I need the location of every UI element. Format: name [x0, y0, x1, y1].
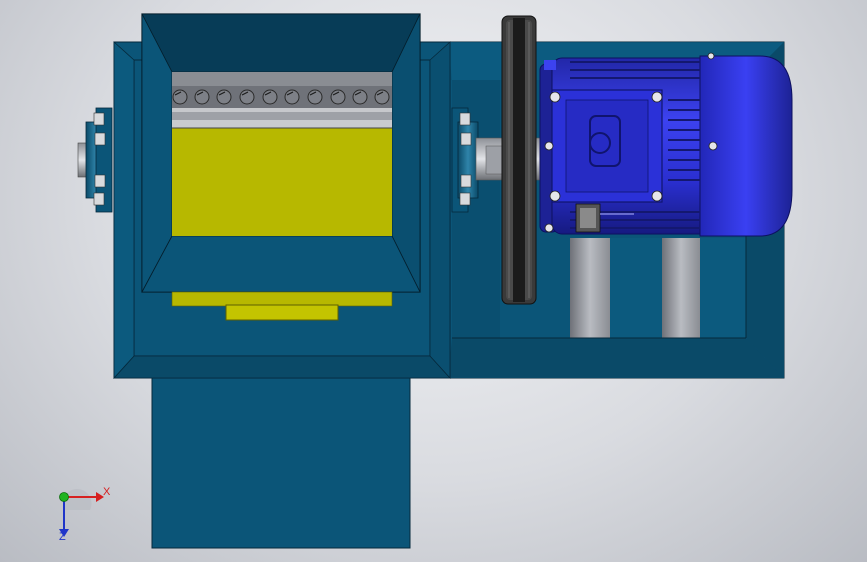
axis-x-label: X — [103, 486, 111, 498]
coordinate-triad — [59, 488, 104, 537]
electric-motor[interactable] — [539, 52, 793, 237]
drive-pulley[interactable] — [501, 15, 537, 305]
assembly-drawing — [59, 13, 793, 549]
crusher-hopper[interactable] — [141, 13, 421, 293]
frame-slot — [570, 238, 610, 338]
left-bearing-housing[interactable] — [77, 107, 113, 213]
frame-slot — [662, 238, 700, 338]
outlet-plate — [171, 291, 393, 307]
outlet-handle[interactable] — [225, 304, 339, 321]
axis-z-label: Z — [59, 531, 66, 543]
y-axis-icon — [59, 492, 69, 502]
cad-viewport[interactable]: X Z — [0, 0, 867, 562]
discharge-chute[interactable] — [151, 377, 411, 549]
v-belt — [513, 18, 525, 302]
